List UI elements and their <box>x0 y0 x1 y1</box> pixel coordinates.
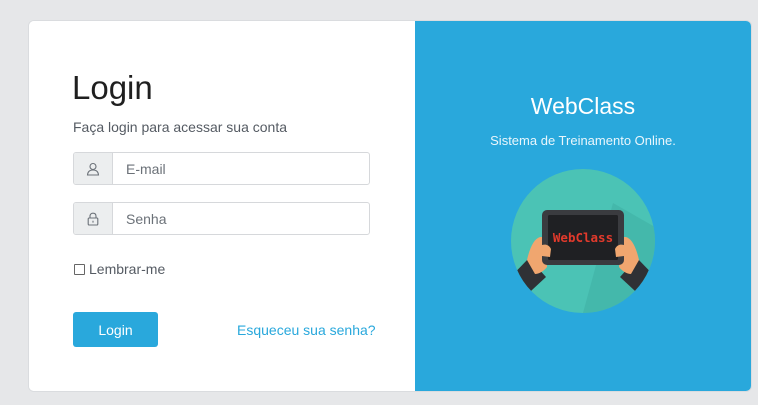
login-button[interactable]: Login <box>73 312 158 347</box>
tablet-text: WebClass <box>553 230 613 245</box>
tablet-illustration: WebClass <box>511 169 655 313</box>
password-input-group <box>73 202 370 235</box>
forgot-password-link[interactable]: Esqueceu sua senha? <box>237 322 376 339</box>
login-panel: Login Faça login para acessar sua conta <box>29 21 415 391</box>
email-input-group <box>73 152 370 185</box>
user-icon <box>74 153 113 184</box>
brand-tagline: Sistema de Treinamento Online. <box>490 133 676 148</box>
email-field[interactable] <box>113 153 369 184</box>
page-title: Login <box>72 69 153 106</box>
login-subtitle: Faça login para acessar sua conta <box>73 119 288 135</box>
login-card: Login Faça login para acessar sua conta <box>29 21 751 391</box>
brand-panel: WebClass Sistema de Treinamento Online. … <box>415 21 751 391</box>
remember-checkbox[interactable] <box>74 263 85 275</box>
remember-label: Lembrar-me <box>89 261 166 277</box>
remember-me[interactable]: Lembrar-me <box>74 261 165 277</box>
lock-icon <box>74 203 113 234</box>
password-field[interactable] <box>113 203 369 234</box>
brand-title: WebClass <box>530 93 636 119</box>
